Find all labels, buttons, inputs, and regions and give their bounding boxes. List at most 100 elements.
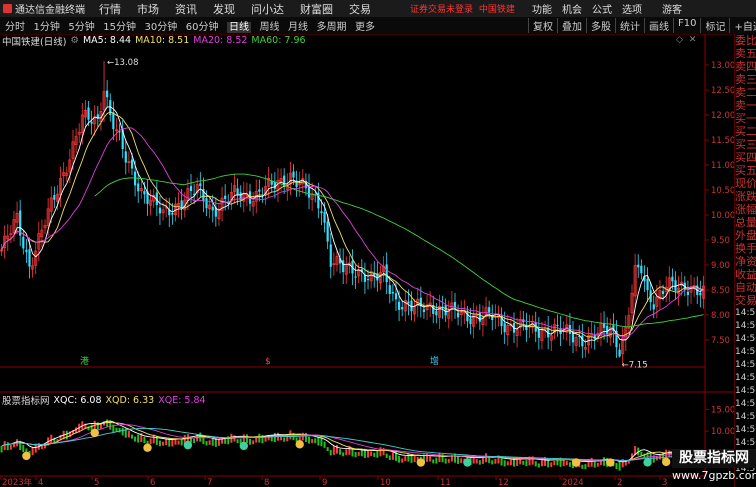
candle-body — [537, 328, 540, 338]
candle-body — [581, 335, 584, 347]
candle-body — [478, 312, 481, 322]
quote-panel-item: 换手 — [735, 242, 756, 255]
quote-panel-item: 14:56 — [735, 399, 756, 409]
candle-body — [199, 183, 202, 187]
candle-body — [124, 151, 127, 163]
candle-body — [385, 264, 388, 283]
signal-marker-icon — [90, 428, 99, 438]
quote-panel-item: 涨幅 — [735, 203, 756, 216]
low-price-label: ←7.15 — [622, 361, 648, 371]
candle-body — [401, 306, 404, 310]
date-tick-label: 6 — [150, 478, 155, 487]
quote-panel-item: 买三 — [735, 138, 756, 151]
date-tick-label: 11 — [440, 478, 451, 487]
indicator-tick-label: 10.00 — [711, 427, 734, 437]
candle-body — [394, 293, 398, 300]
candle-body — [211, 206, 214, 211]
candle-body — [320, 211, 323, 214]
price-tick-label: 11.00 — [711, 161, 734, 171]
event-marker: 港 — [80, 355, 89, 367]
quote-panel-item: 14:56 — [735, 334, 756, 344]
candle-body — [273, 181, 276, 189]
candle-body — [25, 249, 28, 253]
date-tick-label: 2023年 — [2, 477, 33, 487]
candle-body — [137, 183, 140, 192]
date-tick-label: 3 — [662, 478, 667, 487]
candle-body — [397, 301, 401, 310]
date-tick-label: 10 — [380, 478, 391, 487]
price-tick-label: 12.00 — [711, 111, 734, 121]
candle-body — [646, 278, 649, 291]
candle-body — [556, 325, 559, 327]
event-marker: $ — [265, 357, 271, 367]
price-tick-label: 9.50 — [711, 236, 730, 246]
candle-body — [503, 323, 506, 333]
price-tick-label: 10.00 — [711, 211, 734, 221]
quote-panel-item: 总量 — [735, 216, 756, 229]
signal-marker-icon — [183, 440, 193, 450]
signal-marker-icon — [661, 457, 671, 467]
candle-body — [224, 195, 227, 199]
quote-panel-item: 涨跌 — [735, 190, 756, 203]
quote-panel-item: 14:56 — [735, 386, 756, 396]
kline-chart[interactable]: 13.00 12.50 12.00 11.50 11.00 10.50 10.00 9.50 9… — [0, 0, 734, 487]
candle-body — [189, 185, 193, 191]
candle-body — [28, 249, 31, 267]
price-tick-label: 13.00 — [711, 61, 734, 71]
date-tick-label: 12 — [498, 478, 509, 487]
quote-panel-item: 卖五 — [735, 47, 756, 60]
candle-body — [106, 90, 109, 98]
ma5-line — [1, 106, 704, 343]
candle-body — [640, 265, 643, 274]
candle-body — [326, 221, 329, 242]
high-price-label: ←13.08 — [107, 58, 138, 68]
candle-body — [435, 310, 438, 316]
signal-marker-icon — [643, 458, 652, 467]
event-marker: 增 — [430, 355, 439, 367]
candle-body — [422, 309, 426, 313]
indicator-tick-label: 15.00 — [711, 405, 734, 415]
quote-side-panel: 委比 卖五 卖四 卖三 卖二 卖一 买一 买二 买三 买四 买五 现价 涨跌 涨幅 总量 外盘 换手 净资 收益 自动… — [734, 34, 756, 487]
candle-body — [112, 112, 115, 130]
date-tick-label: 4 — [38, 478, 43, 487]
date-tick-label: 2 — [617, 478, 622, 487]
watermark-url: www.7gpzb.com — [672, 469, 756, 482]
signal-marker-icon — [571, 458, 581, 467]
candle-body — [87, 107, 90, 120]
signal-marker-icon — [606, 458, 615, 467]
signal-marker-icon — [239, 441, 248, 451]
candle-body — [469, 318, 472, 325]
signal-marker-icon — [295, 440, 304, 449]
candle-body — [53, 194, 56, 200]
quote-panel-item: 自动 — [735, 281, 756, 294]
candle-body — [671, 276, 674, 282]
quote-panel-item: 14:56 — [735, 373, 756, 383]
candle-body — [391, 291, 394, 294]
candle-body — [618, 349, 621, 357]
candle-body — [158, 207, 162, 214]
quote-panel-item: 14:56 — [735, 308, 756, 318]
candle-body — [699, 292, 702, 296]
candle-body — [686, 291, 690, 296]
price-tick-label: 12.50 — [711, 86, 734, 96]
candle-body — [236, 188, 239, 196]
candle-body — [354, 276, 357, 278]
quote-panel-item: 14:56 — [735, 347, 756, 357]
candle-body — [637, 264, 640, 268]
candle-body — [258, 189, 261, 192]
date-tick-label: 9 — [322, 478, 327, 487]
candle-body — [205, 198, 208, 209]
quote-panel-item: 14:56 — [735, 321, 756, 331]
quote-panel-item: 交易 — [735, 294, 756, 307]
date-tick-label: 8 — [264, 478, 269, 487]
candle-body — [366, 279, 370, 281]
quote-panel-item: 买一 — [735, 112, 756, 125]
signal-marker-icon — [416, 458, 426, 467]
candle-body — [171, 212, 174, 215]
quote-panel-item: 外盘 — [735, 229, 756, 242]
quote-panel-item: 净资 — [735, 255, 756, 268]
signal-marker-icon — [463, 458, 472, 467]
candle-body — [488, 307, 491, 313]
quote-panel-item: 现价 — [735, 177, 756, 190]
quote-panel-item: 卖四 — [735, 60, 756, 73]
